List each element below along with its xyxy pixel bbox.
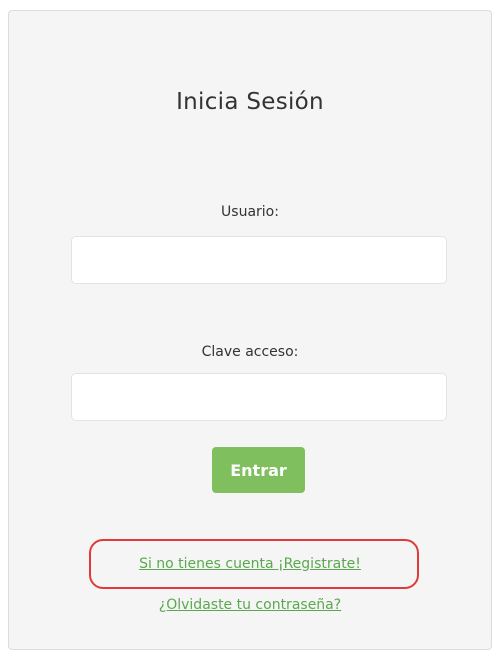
- username-label: Usuario:: [221, 204, 279, 220]
- login-card: Inicia Sesión Usuario: Clave acceso: Ent…: [8, 10, 492, 650]
- register-link[interactable]: Si no tienes cuenta ¡Registrate!: [9, 556, 491, 572]
- password-label: Clave acceso:: [201, 344, 299, 360]
- submit-button[interactable]: Entrar: [212, 447, 305, 493]
- password-input[interactable]: [71, 373, 447, 421]
- forgot-password-link[interactable]: ¿Olvidaste tu contraseña?: [9, 597, 491, 613]
- login-title: Inicia Sesión: [176, 89, 324, 115]
- username-input[interactable]: [71, 236, 447, 284]
